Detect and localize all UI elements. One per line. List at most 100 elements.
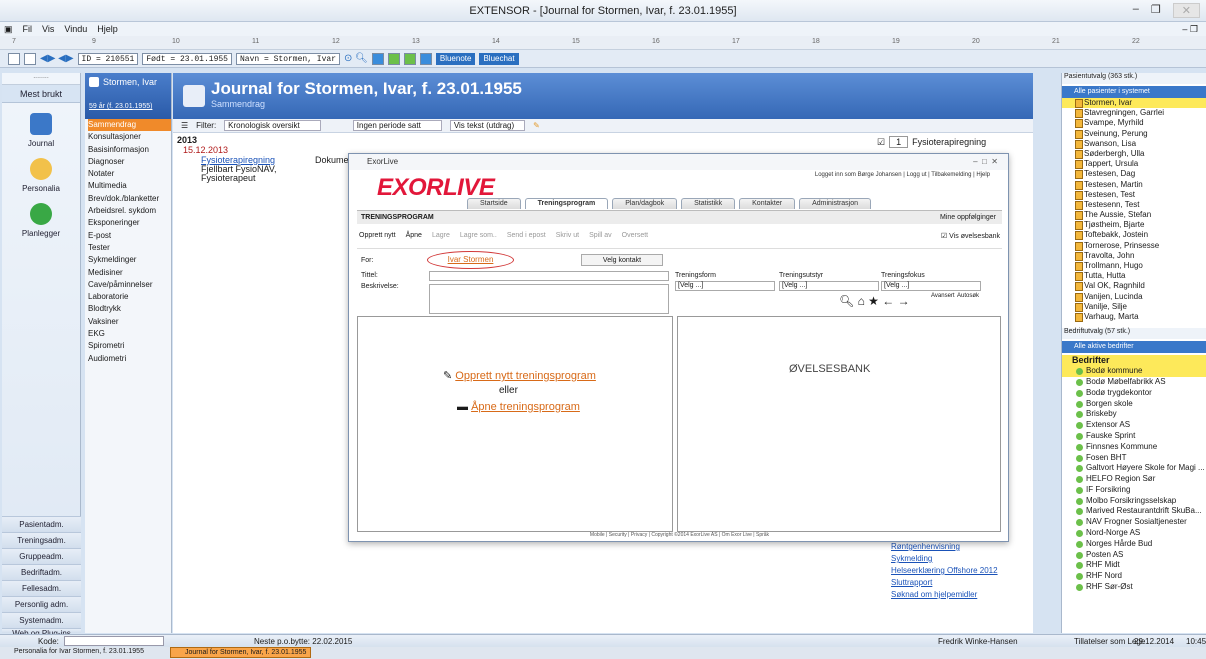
company-item[interactable]: Bodø kommune [1062,366,1206,377]
beskrivelse-input[interactable] [429,284,669,314]
patient-item[interactable]: Testesenn, Test [1062,200,1206,211]
company-item[interactable]: NAV Frogner Sosialtjenester [1062,517,1206,528]
exorlive-tab[interactable]: Kontakter [739,198,796,209]
nav-planlegger[interactable]: Planlegger [2,203,80,238]
exorlive-tab[interactable]: Plan/dagbok [612,198,678,209]
search-nav-icons[interactable]: 🔍︎ ⌂ ★ ← → [839,294,910,308]
company-root[interactable]: Bedrifter [1062,355,1206,367]
nav-treningsadm[interactable]: Treningsadm. [2,532,81,548]
company-item[interactable]: HELFO Region Sør [1062,474,1206,485]
patient-item[interactable]: Swanson, Lisa [1062,139,1206,149]
company-item[interactable]: RHF Sør-Øst [1062,582,1206,593]
company-item[interactable]: Marived Restaurantdrift SkuBa... [1062,506,1206,517]
nav-pasientadm[interactable]: Pasientadm. [2,516,81,532]
mest-brukt-header[interactable]: Mest brukt [2,85,80,103]
company-item[interactable]: Bodø trygdekontor [1062,388,1206,399]
menu-vindu[interactable]: Vindu [64,24,87,34]
exorlive-tab[interactable]: Startside [467,198,521,209]
nav-systemadm[interactable]: Systemadm. [2,612,81,628]
patient-age[interactable]: 59 år (f. 23.01.1955) [89,103,167,110]
menu-vis[interactable]: Vis [42,24,54,34]
patient-item[interactable]: Testesen, Dag [1062,169,1206,180]
vis-ovelsesbank[interactable]: ☑ Vis øvelsesbank [941,232,1000,240]
program-action[interactable]: Send i epost [507,232,546,239]
journal-nav-item[interactable]: Spirometri [88,340,171,352]
company-item[interactable]: RHF Nord [1062,571,1206,582]
login-info[interactable]: Logget inn som Børge Johansen | Logg ut … [815,172,990,178]
patient-item[interactable]: Svampe, Myrhild [1062,118,1206,129]
menu-fil[interactable]: Fil [23,24,33,34]
company-item[interactable]: Briskeby [1062,409,1206,420]
toolbar-action-icon[interactable] [403,52,416,65]
nav-journal[interactable]: Journal [2,113,80,148]
company-item[interactable]: RHF Midt [1062,560,1206,571]
journal-nav-item[interactable]: Audiometri [88,353,171,365]
toolbar-action-icon[interactable] [387,52,400,65]
code-input[interactable] [64,636,164,646]
program-action[interactable]: Åpne [406,232,422,239]
app-menu-icon[interactable]: ▣ [4,24,13,35]
close-icon[interactable]: ✕ [1172,3,1200,18]
treningsform-select[interactable]: [Velg ...] [675,281,775,291]
journal-nav-item[interactable]: Basisinformasjon [88,144,171,156]
toolbar-action-icon[interactable] [419,52,432,65]
menu-hjelp[interactable]: Hjelp [97,24,118,34]
journal-nav-item[interactable]: Notater [88,168,171,180]
program-action[interactable]: Lagre [432,232,450,239]
journal-nav-item[interactable]: Multimedia [88,180,171,192]
document-item[interactable]: Helseerklæring Offshore 2012 [877,566,998,578]
bluechat-button[interactable]: Bluechat [479,52,519,65]
journal-nav-item[interactable]: Medisiner [88,267,171,279]
autosok-label[interactable]: Autosøk [957,293,979,299]
list-icon[interactable]: ☰ [181,121,188,130]
patient-item[interactable]: Vanilje, Silje [1062,302,1206,312]
view-text-select[interactable]: Vis tekst (utdrag) [449,120,526,131]
for-contact[interactable]: Ivar Stormen [427,251,514,269]
minimize-icon[interactable]: – [1133,3,1139,18]
velg-kontakt-button[interactable]: Velg kontakt [581,254,663,266]
program-action[interactable]: Skriv ut [556,232,579,239]
toolbar-action-icon[interactable] [371,52,384,65]
bluenote-button[interactable]: Bluenote [435,52,476,65]
journal-nav-item[interactable]: Cave/påminnelser [88,279,171,291]
right-doc-item[interactable]: ☑ 1 Fysioterapiregning [877,136,986,148]
journal-nav-item[interactable]: EKG [88,328,171,340]
company-item[interactable]: Finnsnes Kommune [1062,442,1206,453]
journal-nav-item[interactable]: Sammendrag [88,119,171,132]
program-action[interactable]: Opprett nytt [359,232,396,239]
nav-bedriftadm[interactable]: Bedriftadm. [2,564,81,580]
nav-icons[interactable]: ◀▶ ◀▶ [40,53,74,64]
opprett-nytt-link[interactable]: ✎ Opprett nytt treningsprogram [443,369,596,382]
journal-nav-item[interactable]: Sykmeldinger [88,254,171,266]
company-filter-select[interactable]: Alle aktive bedrifter [1062,341,1206,354]
company-item[interactable]: Molbo Forsikringsselskap [1062,496,1206,507]
patient-id-field[interactable]: ID = 210551 [77,52,139,65]
nav-personalia[interactable]: Personalia [2,158,80,193]
patient-item[interactable]: Tutta, Hutta [1062,271,1206,282]
document-item[interactable]: Sykmelding [877,554,998,566]
journal-nav-item[interactable]: Eksponeringer [88,217,171,229]
treningsutstyr-select[interactable]: [Velg ...] [779,281,879,291]
checkbox-icon[interactable]: ☑ [877,137,885,148]
program-action[interactable]: Spill av [589,232,612,239]
nav-personlig-adm[interactable]: Personlig adm. [2,596,81,612]
maximize-icon[interactable]: ❐ [1151,3,1161,18]
journal-nav-item[interactable]: Arbeidsrel. sykdom [88,205,171,217]
company-item[interactable]: Nord-Norge AS [1062,528,1206,539]
nav-gruppeadm[interactable]: Gruppeadm. [2,548,81,564]
patient-item[interactable]: The Aussie, Stefan [1062,210,1206,221]
mine-oppfolginger[interactable]: Mine oppfølginger [940,211,996,225]
patient-item[interactable]: Testesen, Test [1062,190,1206,200]
restore-icon[interactable]: – ❐ [1182,24,1198,35]
journal-nav-item[interactable]: E-post [88,230,171,242]
exorlive-window-controls[interactable]: – □ ✕ [973,154,998,170]
company-item[interactable]: Galtvort Høyere Skole for Magi ... [1062,463,1206,474]
journal-nav-item[interactable]: Brev/dok./blanketter [88,193,171,205]
patient-item[interactable]: Varhaug, Marta [1062,312,1206,323]
patient-item[interactable]: Val OK, Ragnhild [1062,281,1206,292]
journal-nav-item[interactable]: Vaksiner [88,316,171,328]
nav-web-plugins[interactable]: Web og Plug-ins [2,628,81,638]
patient-filter-select[interactable]: Alle pasienter i systemet [1062,86,1206,98]
exorlive-footer[interactable]: Mobile | Security | Privacy | Copyright … [349,532,1010,538]
patient-item[interactable]: Testesen, Martin [1062,180,1206,190]
